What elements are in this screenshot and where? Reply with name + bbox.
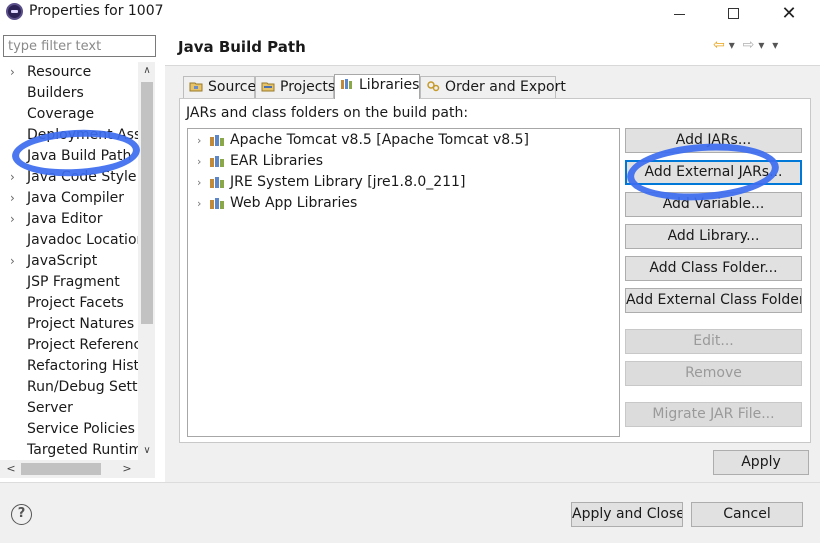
chevron-right-icon[interactable]: >: [119, 460, 135, 478]
tree-item-java-code-style[interactable]: › Java Code Style: [0, 167, 138, 188]
chevron-right-icon[interactable]: ›: [197, 151, 201, 172]
back-dropdown-icon[interactable]: ▾: [729, 38, 735, 52]
view-menu-icon[interactable]: ▾: [772, 38, 778, 52]
remove-button[interactable]: Remove: [625, 361, 802, 386]
tree-item-javadoc-location[interactable]: Javadoc Location: [0, 230, 138, 251]
add-jars-button[interactable]: Add JARs...: [625, 128, 802, 153]
add-variable-button[interactable]: Add Variable...: [625, 192, 802, 217]
history-nav: ⇦ ▾ ⇨ ▾ ▾: [713, 37, 782, 53]
dialog-footer: ? Apply and Close Cancel: [0, 482, 820, 543]
property-tree-panel: ›Resource Builders Coverage Deployment A…: [0, 26, 165, 482]
page-header: Java Build Path ⇦ ▾ ⇨ ▾ ▾: [165, 26, 820, 66]
libraries-icon: [341, 79, 352, 89]
library-icon: [210, 177, 224, 188]
minimize-button[interactable]: [656, 0, 702, 26]
maximize-icon: [727, 7, 739, 19]
chevron-right-icon[interactable]: ›: [10, 167, 20, 188]
add-external-jars-button[interactable]: Add External JARs...: [625, 160, 802, 185]
tree-item-resource[interactable]: › Resource: [0, 62, 138, 83]
tree-item-builders[interactable]: Builders: [0, 83, 138, 104]
minimize-icon: [673, 13, 685, 15]
library-icon: [210, 198, 224, 209]
tab-order-and-export[interactable]: Order and Export: [420, 76, 566, 98]
library-icon: [210, 135, 224, 146]
edit-button[interactable]: Edit...: [625, 329, 802, 354]
close-button[interactable]: ✕: [766, 0, 812, 26]
tree-item-deployment-assembly[interactable]: Deployment Assembly: [0, 125, 138, 146]
scrollbar-thumb[interactable]: [21, 463, 101, 475]
tree-item-refactoring-history[interactable]: Refactoring History: [0, 356, 138, 377]
back-arrow-icon[interactable]: ⇦: [713, 37, 725, 53]
tree-item-javascript[interactable]: › JavaScript: [0, 251, 138, 272]
tab-projects[interactable]: Projects: [255, 76, 335, 98]
tree-item-java-build-path[interactable]: Java Build Path: [0, 146, 138, 167]
tree-item-targeted-runtimes[interactable]: Targeted Runtimes: [0, 440, 138, 460]
tree-vertical-scrollbar[interactable]: ∧ ∨: [138, 62, 155, 460]
help-icon[interactable]: ?: [11, 504, 32, 525]
chevron-right-icon[interactable]: ›: [197, 193, 201, 214]
library-item-jre-system-library[interactable]: › JRE System Library [jre1.8.0_211]: [188, 172, 618, 193]
tree-item-java-compiler[interactable]: › Java Compiler: [0, 188, 138, 209]
property-page: Java Build Path ⇦ ▾ ⇨ ▾ ▾ Source Projects …: [165, 26, 820, 482]
add-external-class-folder-button[interactable]: Add External Class Folder...: [625, 288, 802, 313]
chevron-right-icon[interactable]: ›: [197, 130, 201, 151]
chevron-left-icon[interactable]: <: [3, 460, 19, 478]
apply-and-close-button[interactable]: Apply and Close: [571, 502, 683, 527]
window-title: Properties for 1007: [29, 3, 164, 19]
maximize-button[interactable]: [710, 0, 756, 26]
project-folder-icon: [261, 82, 275, 92]
tree-item-project-facets[interactable]: Project Facets: [0, 293, 138, 314]
property-tree: › Resource Builders Coverage Deployment A…: [0, 62, 138, 460]
chevron-right-icon[interactable]: ›: [10, 188, 20, 209]
library-item-ear-libraries[interactable]: › EAR Libraries: [188, 151, 618, 172]
forward-arrow-icon[interactable]: ⇨: [743, 37, 755, 53]
close-icon: ✕: [781, 2, 797, 24]
chevron-right-icon[interactable]: ›: [197, 172, 201, 193]
chevron-right-icon[interactable]: ›: [10, 251, 20, 272]
order-export-icon: [427, 81, 440, 92]
library-tree: › Apache Tomcat v8.5 [Apache Tomcat v8.5…: [187, 128, 620, 437]
chevron-up-icon[interactable]: ∧: [141, 63, 153, 79]
chevron-right-icon[interactable]: ›: [10, 62, 20, 83]
filter-input[interactable]: [3, 35, 156, 57]
tab-source[interactable]: Source: [183, 76, 256, 98]
chevron-down-icon[interactable]: ∨: [141, 443, 153, 459]
eclipse-app-icon: [6, 3, 23, 20]
tree-item-jsp-fragment[interactable]: JSP Fragment: [0, 272, 138, 293]
chevron-right-icon[interactable]: ›: [10, 209, 20, 230]
scrollbar-thumb[interactable]: [141, 82, 153, 324]
tree-item-coverage[interactable]: Coverage: [0, 104, 138, 125]
tree-horizontal-scrollbar[interactable]: < >: [0, 460, 155, 478]
tree-item-project-references[interactable]: Project References: [0, 335, 138, 356]
migrate-jar-button[interactable]: Migrate JAR File...: [625, 402, 802, 427]
apply-button[interactable]: Apply: [713, 450, 809, 475]
tree-item-project-natures[interactable]: Project Natures: [0, 314, 138, 335]
tab-libraries[interactable]: Libraries: [334, 74, 420, 99]
library-item-apache-tomcat[interactable]: › Apache Tomcat v8.5 [Apache Tomcat v8.5…: [188, 130, 618, 151]
page-title: Java Build Path: [178, 38, 306, 56]
tree-item-server[interactable]: Server: [0, 398, 138, 419]
library-icon: [210, 156, 224, 167]
tree-item-service-policies[interactable]: Service Policies: [0, 419, 138, 440]
source-folder-icon: [189, 82, 203, 92]
cancel-button[interactable]: Cancel: [691, 502, 803, 527]
add-library-button[interactable]: Add Library...: [625, 224, 802, 249]
title-bar: Properties for 1007 ✕: [0, 0, 820, 26]
tree-item-java-editor[interactable]: › Java Editor: [0, 209, 138, 230]
add-class-folder-button[interactable]: Add Class Folder...: [625, 256, 802, 281]
section-label: JARs and class folders on the build path…: [186, 105, 469, 121]
tree-item-run-debug-settings[interactable]: Run/Debug Settings: [0, 377, 138, 398]
library-item-web-app-libraries[interactable]: › Web App Libraries: [188, 193, 618, 214]
forward-dropdown-icon[interactable]: ▾: [758, 38, 764, 52]
